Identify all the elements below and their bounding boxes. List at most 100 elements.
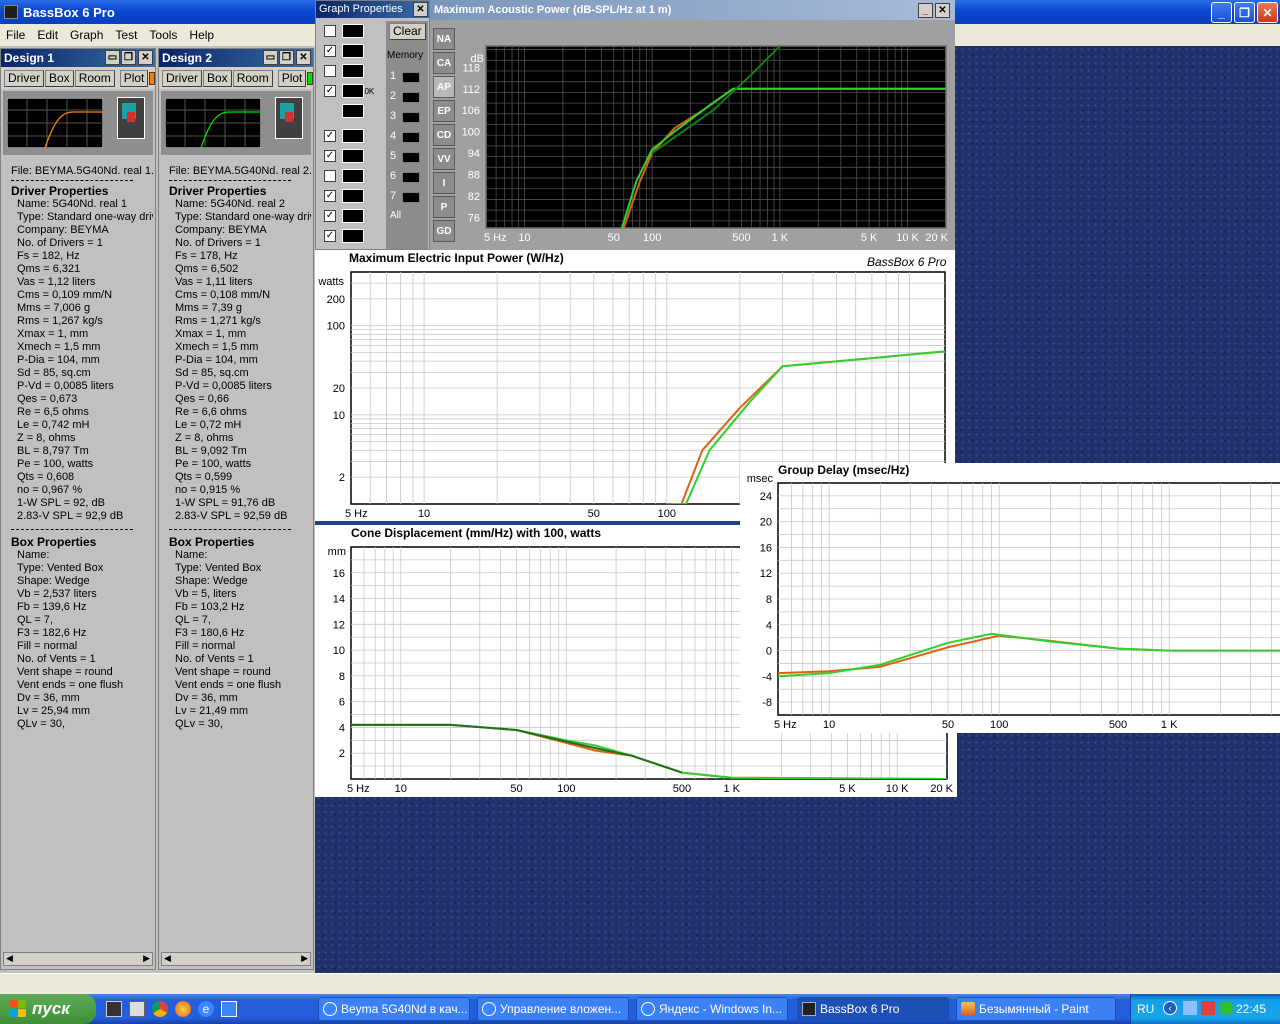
design1-plot-color-swatch[interactable] (149, 71, 155, 85)
memory-all-label[interactable]: All (390, 210, 401, 221)
design2-plot-button[interactable]: Plot (277, 69, 307, 87)
grid-icon[interactable] (342, 44, 364, 58)
design2-restore-icon[interactable]: ❐ (279, 50, 294, 65)
ie-icon[interactable]: e (198, 1001, 214, 1017)
graph-option-checkbox[interactable]: ✓ (324, 150, 336, 162)
design1-plot-button[interactable]: Plot (119, 69, 149, 87)
acoustic-power-title-bar[interactable]: Maximum Acoustic Power (dB-SPL/Hz at 1 m… (430, 0, 955, 20)
memory-slot-button[interactable] (402, 92, 420, 103)
memory-slot-button[interactable] (402, 112, 420, 123)
design1-minimize-icon[interactable]: ▭ (105, 50, 120, 65)
graph-option-checkbox[interactable]: ✓ (324, 45, 336, 57)
menu-edit[interactable]: Edit (31, 28, 64, 42)
close-icon[interactable]: ✕ (1257, 2, 1278, 23)
acoustic-minimize-icon[interactable]: _ (918, 3, 933, 18)
security-icon[interactable] (1201, 1001, 1215, 1015)
graph-properties-close-icon[interactable]: ✕ (413, 2, 428, 17)
design1-close-icon[interactable]: ✕ (138, 50, 153, 65)
network-icon[interactable] (1183, 1001, 1197, 1015)
design2-driver-button[interactable]: Driver (162, 69, 202, 87)
graph-type-vv-button[interactable]: VV (433, 148, 455, 170)
room-icon[interactable] (342, 169, 364, 183)
graph-type-ap-button[interactable]: AP (433, 76, 455, 98)
design1-box-button[interactable]: Box (45, 69, 74, 87)
graph-properties-title-bar[interactable]: Graph Properties ✕ (316, 1, 429, 18)
graph-option-checkbox[interactable] (324, 170, 336, 182)
graph-option-checkbox[interactable]: ✓ (324, 85, 336, 97)
design1-driver-button[interactable]: Driver (4, 69, 44, 87)
menu-graph[interactable]: Graph (64, 28, 109, 42)
minimize-icon[interactable]: _ (1211, 2, 1232, 23)
quick-launch-desktop-icon[interactable] (221, 1001, 237, 1017)
scroll-right-icon[interactable]: ▶ (301, 953, 308, 964)
design2-close-icon[interactable]: ✕ (296, 50, 311, 65)
graph-option-checkbox[interactable]: ✓ (324, 230, 336, 242)
menu-help[interactable]: Help (183, 28, 220, 42)
speaker-icon[interactable] (342, 129, 364, 143)
acoustic-power-chart[interactable]: 5 Hz 10 50 100 500 1 K5 K 10 K 20 K118112106100… (456, 20, 955, 250)
memory-slot-button[interactable] (402, 132, 420, 143)
design1-box-icon[interactable] (117, 97, 145, 139)
design2-box-icon[interactable] (275, 97, 303, 139)
memory-slot-button[interactable] (402, 172, 420, 183)
maximize-icon[interactable]: ❐ (1234, 2, 1255, 23)
group-delay-chart[interactable]: 5 Hz10501005001 K524201612840-4-8msec (740, 463, 1280, 733)
design1-horizontal-scrollbar[interactable]: ◀ ▶ (3, 952, 153, 966)
graph-type-ep-button[interactable]: EP (433, 100, 455, 122)
scroll-right-icon[interactable]: ▶ (143, 953, 150, 964)
menu-tools[interactable]: Tools (143, 28, 183, 42)
graph-style-icon[interactable] (342, 104, 364, 118)
task-attachments[interactable]: Управление вложен... (477, 997, 629, 1021)
design2-box-button[interactable]: Box (203, 69, 232, 87)
clear-button[interactable]: Clear (389, 23, 426, 40)
design2-title-bar[interactable]: Design 2 ▭ ❐ ✕ (159, 49, 313, 67)
start-button[interactable]: пуск (0, 994, 96, 1024)
design1-room-button[interactable]: Room (74, 69, 115, 87)
task-beyma[interactable]: Beyma 5G40Nd в кач... (318, 997, 470, 1021)
design1-title-bar[interactable]: Design 1 ▭ ❐ ✕ (1, 49, 155, 67)
graph-type-gd-button[interactable]: GD (433, 220, 455, 242)
menu-test[interactable]: Test (109, 28, 143, 42)
design2-minimize-icon[interactable]: ▭ (263, 50, 278, 65)
scroll-left-icon[interactable]: ◀ (164, 953, 171, 964)
box-response-icon[interactable] (342, 229, 364, 243)
design2-horizontal-scrollbar[interactable]: ◀ ▶ (161, 952, 311, 966)
menu-file[interactable]: File (0, 28, 31, 42)
network-filter-icon[interactable] (342, 189, 364, 203)
graph-option-checkbox[interactable]: ✓ (324, 190, 336, 202)
graph-option-checkbox[interactable] (324, 65, 336, 77)
design2-thumbnail-graph[interactable] (165, 98, 261, 148)
design1-thumbnail-graph[interactable] (7, 98, 103, 148)
grid-plus-icon[interactable] (342, 24, 364, 38)
task-bassbox[interactable]: BassBox 6 Pro (797, 997, 949, 1021)
messenger-icon[interactable] (1219, 1001, 1233, 1015)
graph-option-checkbox[interactable]: ✓ (324, 210, 336, 222)
design2-plot-color-swatch[interactable] (307, 71, 313, 85)
graph-type-p-button[interactable]: P (433, 196, 455, 218)
speaker-response-icon[interactable] (342, 209, 364, 223)
scroll-left-icon[interactable]: ◀ (6, 953, 13, 964)
task-yandex[interactable]: Яндекс - Windows In... (636, 997, 788, 1021)
task-paint[interactable]: Безымянный - Paint (956, 997, 1116, 1021)
quick-launch-app-icon[interactable] (106, 1001, 122, 1017)
memory-slot-button[interactable] (402, 192, 420, 203)
memory-slot-button[interactable] (402, 152, 420, 163)
chrome-icon[interactable] (152, 1001, 168, 1017)
design2-room-button[interactable]: Room (232, 69, 273, 87)
graph-type-na-button[interactable]: NA (433, 28, 455, 50)
tray-expand-icon[interactable]: ‹ (1163, 1001, 1177, 1015)
speaker-box-icon[interactable] (342, 149, 364, 163)
graph-type-ca-button[interactable]: CA (433, 52, 455, 74)
app-title-bar[interactable]: BassBox 6 Pro (0, 0, 315, 24)
acoustic-close-icon[interactable]: ✕ (935, 3, 950, 18)
graph-option-checkbox[interactable]: ✓ (324, 130, 336, 142)
graph-type-cd-button[interactable]: CD (433, 124, 455, 146)
graph-option-checkbox[interactable] (324, 25, 336, 37)
opera-icon[interactable] (175, 1001, 191, 1017)
quick-launch-down-icon[interactable] (129, 1001, 145, 1017)
graph-type-i-button[interactable]: I (433, 172, 455, 194)
language-indicator[interactable]: RU (1137, 1002, 1154, 1016)
memory-slot-button[interactable] (402, 72, 420, 83)
scale-icon[interactable] (342, 64, 364, 78)
design1-restore-icon[interactable]: ❐ (121, 50, 136, 65)
